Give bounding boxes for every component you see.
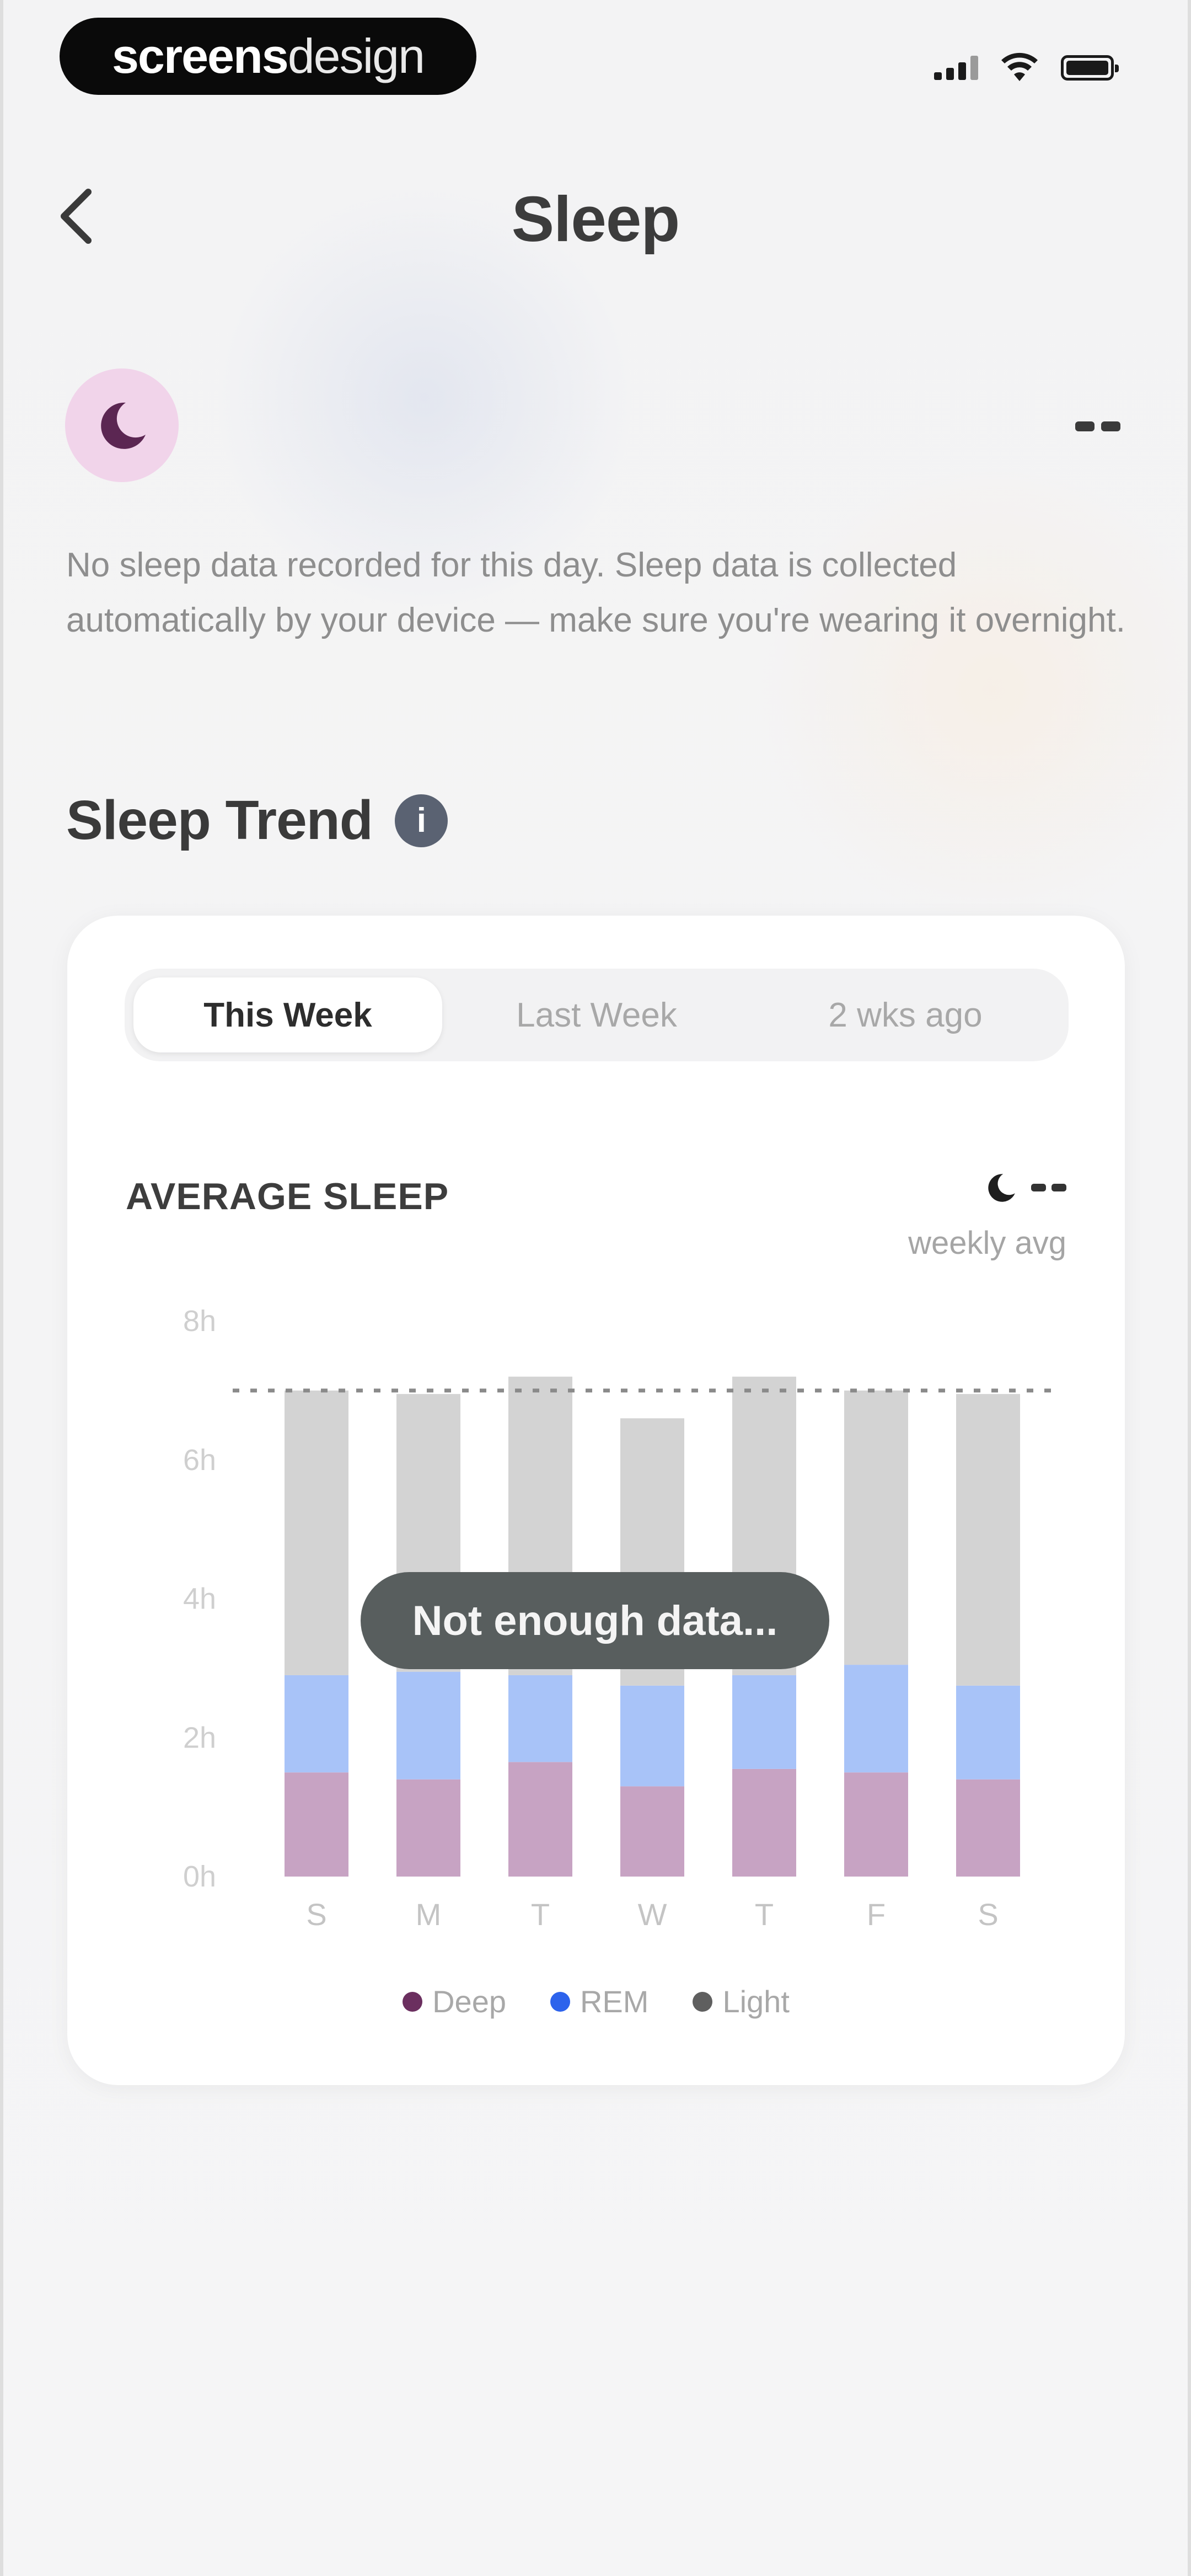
bar-segment-rem bbox=[732, 1675, 796, 1769]
moon-icon bbox=[101, 402, 146, 449]
bar-segment-rem bbox=[396, 1671, 460, 1779]
bar-segment-deep bbox=[620, 1786, 684, 1877]
wifi-icon bbox=[1001, 52, 1038, 81]
x-tick-label: F bbox=[867, 1897, 886, 1932]
bar-segment-light bbox=[956, 1394, 1020, 1686]
sleep-stacked-bar-chart: 8h 6h 4h 2h 0h S M T W T F S bbox=[183, 1305, 1060, 1932]
x-tick-label: S bbox=[978, 1897, 998, 1932]
x-tick-label: T bbox=[755, 1897, 774, 1932]
bar-segment-rem bbox=[620, 1685, 684, 1787]
legend-label: Light bbox=[722, 1984, 790, 2019]
frame-edge-left bbox=[0, 0, 3, 2576]
bar-segment-deep bbox=[732, 1768, 796, 1877]
legend-dot bbox=[550, 1991, 570, 2012]
y-tick-label: 4h bbox=[183, 1583, 216, 1616]
no-data-message: No sleep data recorded for this day. Sle… bbox=[66, 546, 1125, 639]
legend-item-deep: Deep bbox=[403, 1984, 506, 2019]
legend-item-rem: REM bbox=[550, 1984, 648, 2019]
chart-legend: Deep REM Light bbox=[67, 1984, 1125, 2019]
y-tick-label: 6h bbox=[183, 1444, 216, 1477]
brand-pill: screens design bbox=[60, 18, 476, 95]
bar-segment-deep bbox=[956, 1779, 1020, 1877]
info-icon[interactable]: i bbox=[394, 794, 448, 847]
sleep-value-placeholder bbox=[1075, 421, 1120, 431]
bar-segment-rem bbox=[508, 1675, 572, 1762]
bar-segment-light bbox=[844, 1390, 908, 1665]
bar-segment-light bbox=[285, 1390, 348, 1675]
y-tick-label: 0h bbox=[183, 1860, 216, 1893]
x-tick-label: W bbox=[638, 1897, 667, 1932]
frame-edge-right bbox=[1188, 0, 1191, 2576]
bar-segment-deep bbox=[396, 1779, 460, 1877]
x-tick-label: S bbox=[306, 1897, 326, 1932]
bar-segment-rem bbox=[956, 1685, 1020, 1779]
legend-item-light: Light bbox=[693, 1984, 790, 2019]
bar-segment-deep bbox=[844, 1772, 908, 1877]
signal-icon bbox=[934, 56, 978, 80]
brand-bold: screens bbox=[111, 29, 289, 83]
sleep-trend-title: Sleep Trend bbox=[66, 789, 373, 851]
x-tick-label: M bbox=[416, 1897, 442, 1932]
legend-label: REM bbox=[580, 1984, 649, 2019]
bar-segment-rem bbox=[285, 1675, 348, 1773]
y-tick-label: 8h bbox=[183, 1305, 216, 1338]
page-title: Sleep bbox=[511, 183, 680, 255]
sleep-trend-card: This Week Last Week 2 wks ago AVERAGE SL… bbox=[67, 916, 1125, 2085]
x-tick-label: T bbox=[531, 1897, 550, 1932]
bar-segment-rem bbox=[844, 1665, 908, 1773]
bar-segment-deep bbox=[285, 1772, 348, 1877]
moon-avatar bbox=[65, 368, 179, 482]
legend-dot bbox=[693, 1991, 713, 2012]
not-enough-data-overlay: Not enough data... bbox=[361, 1572, 829, 1669]
bar-segment-deep bbox=[508, 1762, 572, 1877]
legend-dot bbox=[403, 1991, 423, 2012]
legend-label: Deep bbox=[432, 1984, 506, 2019]
y-tick-label: 2h bbox=[183, 1721, 216, 1754]
status-icons bbox=[934, 49, 1119, 87]
brand-light: design bbox=[287, 29, 425, 83]
sleep-trend-heading: Sleep Trend i bbox=[66, 789, 448, 852]
battery-icon bbox=[1061, 55, 1119, 81]
